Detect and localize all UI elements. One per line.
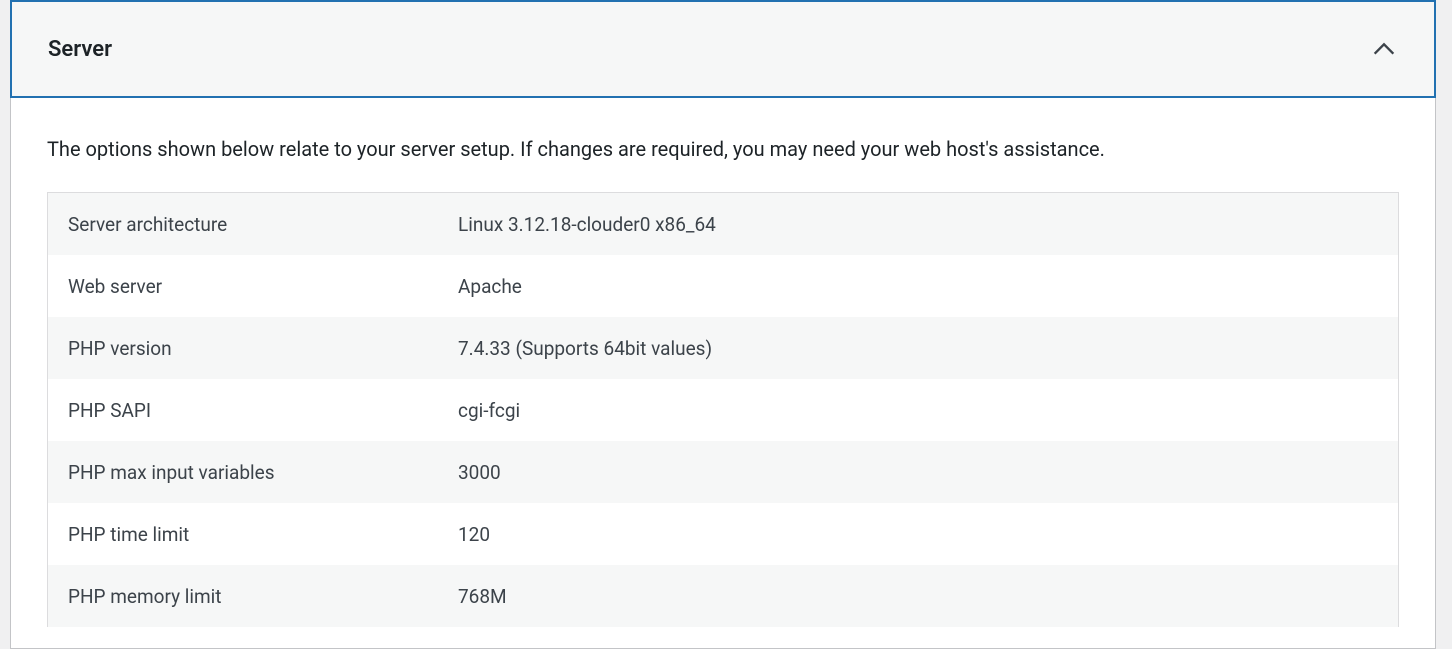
server-info-table: Server architecture Linux 3.12.18-cloude… xyxy=(47,192,1399,627)
row-value: 7.4.33 (Supports 64bit values) xyxy=(458,337,712,360)
table-row: PHP version 7.4.33 (Supports 64bit value… xyxy=(48,317,1398,379)
row-label: PHP version xyxy=(68,337,458,360)
table-row: PHP time limit 120 xyxy=(48,503,1398,565)
row-label: PHP time limit xyxy=(68,523,458,546)
panel-title: Server xyxy=(48,37,112,62)
row-value: 120 xyxy=(458,523,490,546)
chevron-up-icon xyxy=(1370,35,1398,63)
row-value: 3000 xyxy=(458,461,501,484)
row-value: Apache xyxy=(458,275,522,298)
server-panel: Server The options shown below relate to… xyxy=(10,0,1436,649)
panel-body: The options shown below relate to your s… xyxy=(11,98,1435,627)
table-row: Web server Apache xyxy=(48,255,1398,317)
table-row: PHP memory limit 768M xyxy=(48,565,1398,627)
row-value: cgi-fcgi xyxy=(458,399,520,422)
table-row: PHP max input variables 3000 xyxy=(48,441,1398,503)
row-value: 768M xyxy=(458,585,507,608)
table-row: Server architecture Linux 3.12.18-cloude… xyxy=(48,193,1398,255)
row-label: Server architecture xyxy=(68,213,458,236)
row-value: Linux 3.12.18-clouder0 x86_64 xyxy=(458,213,716,236)
row-label: Web server xyxy=(68,275,458,298)
panel-description: The options shown below relate to your s… xyxy=(47,134,1399,164)
row-label: PHP max input variables xyxy=(68,461,458,484)
row-label: PHP memory limit xyxy=(68,585,458,608)
row-label: PHP SAPI xyxy=(68,399,458,422)
server-panel-header[interactable]: Server xyxy=(10,0,1436,98)
table-row: PHP SAPI cgi-fcgi xyxy=(48,379,1398,441)
